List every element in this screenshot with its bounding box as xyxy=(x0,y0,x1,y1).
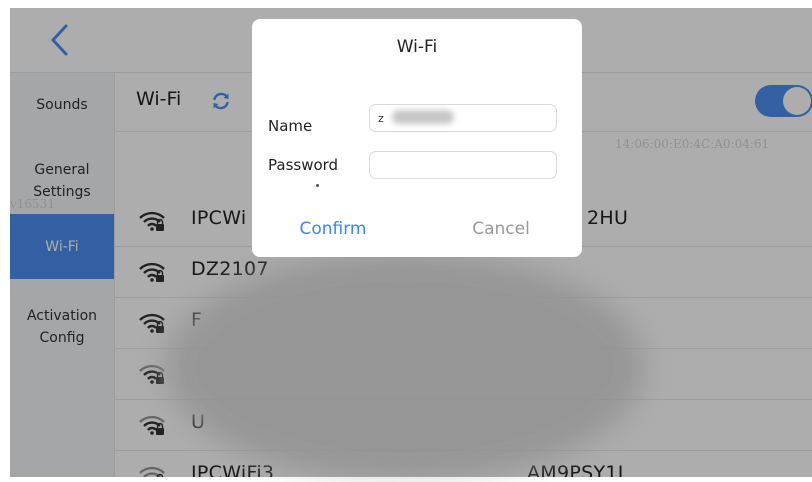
cancel-button[interactable]: Cancel xyxy=(436,219,566,239)
dot-mark xyxy=(316,184,319,187)
confirm-button[interactable]: Confirm xyxy=(268,219,398,239)
dialog-title: Wi-Fi xyxy=(396,37,438,57)
password-label: Password xyxy=(268,156,339,174)
password-field[interactable] xyxy=(369,151,557,179)
name-blur xyxy=(392,110,454,124)
name-label: Name xyxy=(268,117,313,135)
wifi-connect-dialog: Wi-Fi Name Password Confirm Cancel xyxy=(252,19,582,257)
